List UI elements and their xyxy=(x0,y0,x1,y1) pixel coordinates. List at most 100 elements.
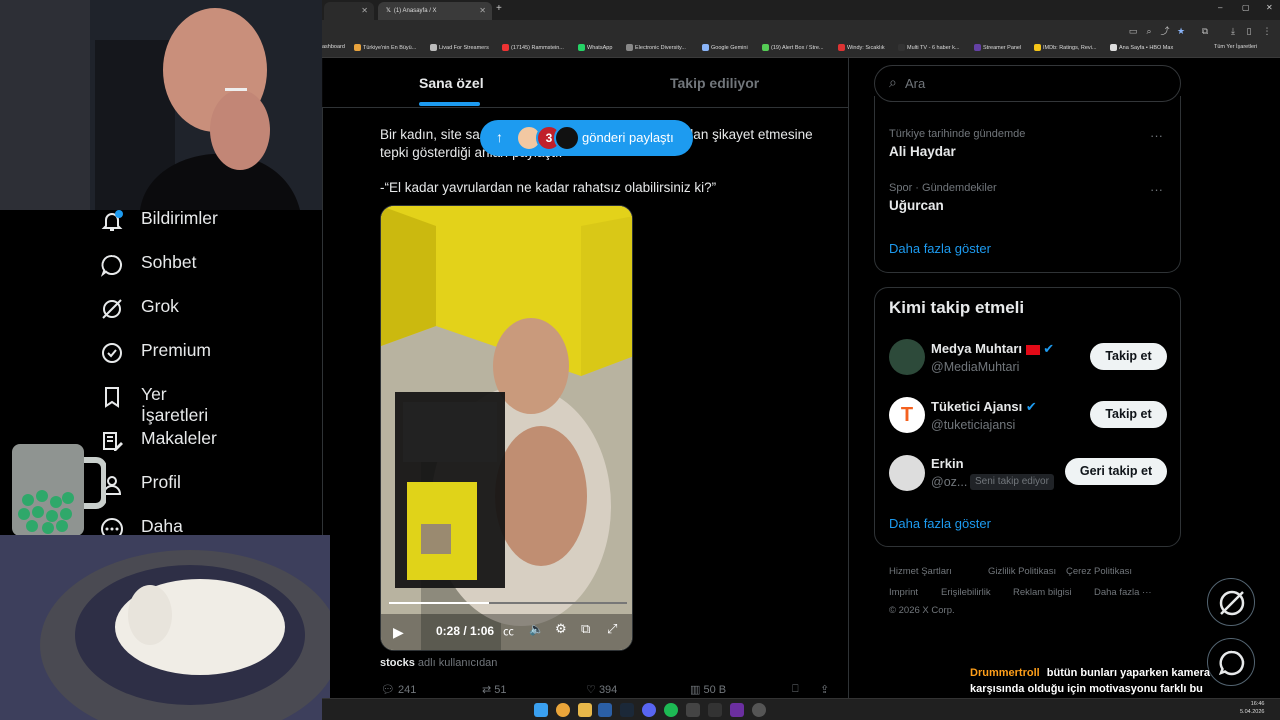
steam-icon[interactable] xyxy=(620,703,634,717)
app-icon[interactable] xyxy=(752,703,766,717)
bookmark-item[interactable]: IMDb: Ratings, Revi... xyxy=(1034,44,1097,51)
user-name[interactable]: Medya Muhtarı ✔ xyxy=(931,341,1054,357)
reply-icon: 💬︎ xyxy=(381,684,395,696)
bookmark-item[interactable]: Google Gemini xyxy=(702,44,748,51)
start-button[interactable] xyxy=(534,703,548,717)
bookmark-item[interactable]: Ana Sayfa • HBO Max xyxy=(1110,44,1173,51)
who-to-follow-title: Kimi takip etmeli xyxy=(889,298,1025,317)
follow-button[interactable]: Takip et xyxy=(1090,343,1167,370)
user-handle: @oz... xyxy=(931,475,968,489)
footer-link[interactable]: Erişilebilirlik xyxy=(941,587,991,598)
chat-username: Drummertroll xyxy=(970,667,1040,679)
search-input[interactable]: Ara xyxy=(905,76,925,91)
tab-for-you[interactable]: Sana özel xyxy=(419,75,484,91)
user-name[interactable]: Tüketici Ajansı ✔ xyxy=(931,399,1037,415)
bookmark-item[interactable]: ashboard xyxy=(322,44,345,50)
new-posts-toast[interactable]: ↑ 3 gönderi paylaştı xyxy=(480,120,693,156)
bookmark-item[interactable]: (17145) Rammstein... xyxy=(502,44,564,51)
user-name[interactable]: Erkin xyxy=(931,456,964,471)
grok-icon xyxy=(1219,590,1245,616)
grok-button[interactable] xyxy=(1207,578,1255,626)
bookmark-item[interactable]: Türkiye'nin En Büyü... xyxy=(354,44,416,51)
views-chart-icon: ▥ xyxy=(690,684,701,696)
search-icon: ⌕ xyxy=(889,74,897,90)
show-more-trends[interactable]: Daha fazla göster xyxy=(889,241,991,256)
bookmark-item[interactable]: Windy: Sıcaklık xyxy=(838,44,885,51)
tab-title: (1) Anasayfa / X xyxy=(393,8,437,14)
system-clock[interactable]: 16:46 5.04.2026 xyxy=(1240,700,1264,716)
user-handle: @tuketiciajansi xyxy=(931,418,1016,432)
chrome-icon[interactable] xyxy=(556,703,570,717)
file-explorer-icon[interactable] xyxy=(578,703,592,717)
follow-button[interactable]: Takip et xyxy=(1090,401,1167,428)
trend-item[interactable]: Türkiye tarihinde gündemde Ali Haydar xyxy=(889,128,1025,159)
footer-link[interactable]: Daha fazla ··· xyxy=(1094,587,1152,598)
like-button[interactable]: ♡ 394 xyxy=(586,683,617,696)
cast-icon[interactable]: ▭ xyxy=(1126,24,1140,38)
source-suffix: adlı kullanıcıdan xyxy=(417,657,498,669)
app-icon[interactable] xyxy=(708,703,722,717)
discord-icon[interactable] xyxy=(642,703,656,717)
more-options-icon[interactable]: ··· xyxy=(1150,182,1163,197)
tweet-video[interactable]: ▶ 0:28 / 1:06 ㏄ 🔈 ⚙ ⧉ ⤢ xyxy=(380,205,633,651)
fullscreen-icon[interactable]: ⤢ xyxy=(607,621,617,637)
settings-gear-icon[interactable]: ⚙ xyxy=(555,621,567,637)
download-icon[interactable]: ⤓ xyxy=(1226,24,1240,38)
zoom-icon[interactable]: ⌕ xyxy=(1142,24,1156,38)
footer-link[interactable]: Imprint xyxy=(889,587,918,598)
footer-link[interactable]: Hizmet Şartları xyxy=(889,566,952,577)
minimize-button[interactable]: – xyxy=(1218,3,1222,12)
bookmark-button[interactable]: ⎕ xyxy=(792,683,799,696)
avatar[interactable] xyxy=(889,339,925,375)
bookmark-item[interactable]: Streamer Panel xyxy=(974,44,1021,51)
extensions-icon[interactable]: ⧉ xyxy=(1198,24,1212,38)
side-panel-icon[interactable]: ▯ xyxy=(1242,24,1256,38)
avatar[interactable]: T xyxy=(889,397,925,433)
active-tab-indicator xyxy=(419,102,480,106)
app-icon[interactable] xyxy=(686,703,700,717)
bookmark-star-icon[interactable]: ★ xyxy=(1174,24,1188,38)
more-options-icon[interactable]: ··· xyxy=(1150,128,1163,143)
reply-button[interactable]: 💬︎ 241 xyxy=(381,683,416,696)
browser-tab-active[interactable]: 𝕏 (1) Anasayfa / X ✕ xyxy=(378,2,492,20)
follow-back-button[interactable]: Geri takip et xyxy=(1065,458,1167,485)
bookmark-item[interactable]: Livad For Streamers xyxy=(430,44,489,51)
bookmark-icon: ⎕ xyxy=(792,683,799,695)
bookmark-item[interactable]: WhatsApp xyxy=(578,44,612,51)
video-timestamp: 0:28 / 1:06 xyxy=(436,624,495,638)
browser-tab-inactive[interactable]: ✕ xyxy=(324,2,374,20)
footer-link[interactable]: Gizlilik Politikası xyxy=(988,566,1056,577)
spotify-icon[interactable] xyxy=(664,703,678,717)
menu-kebab-icon[interactable]: ⋮ xyxy=(1260,24,1274,38)
picture-in-picture-icon[interactable]: ⧉ xyxy=(581,621,590,637)
app-icon[interactable] xyxy=(598,703,612,717)
repost-button[interactable]: ⇄ 51 xyxy=(482,683,507,696)
share-icon[interactable]: ⤴ xyxy=(1158,24,1172,38)
close-window-button[interactable]: ✕ xyxy=(1266,3,1273,12)
show-more-users[interactable]: Daha fazla göster xyxy=(889,516,991,531)
close-tab-icon[interactable]: ✕ xyxy=(361,6,368,15)
app-icon[interactable] xyxy=(730,703,744,717)
arrow-up-icon: ↑ xyxy=(496,129,503,145)
all-bookmarks-folder[interactable]: Tüm Yer İşaretleri xyxy=(1214,44,1257,50)
new-tab-button[interactable]: + xyxy=(496,3,502,14)
bookmark-item[interactable]: Multi TV - 6 haber k... xyxy=(898,44,959,51)
volume-icon[interactable]: 🔈 xyxy=(529,622,544,636)
avatar[interactable] xyxy=(889,455,925,491)
video-source[interactable]: stocks adlı kullanıcıdan xyxy=(380,657,497,669)
footer-link[interactable]: Reklam bilgisi xyxy=(1013,587,1072,598)
tab-following[interactable]: Takip ediliyor xyxy=(670,75,759,91)
play-icon[interactable]: ▶ xyxy=(393,624,404,641)
verified-badge-icon: ✔ xyxy=(1025,399,1037,414)
trend-item[interactable]: Spor · Gündemdekiler Uğurcan xyxy=(889,182,997,213)
views-button[interactable]: ▥ 50 B xyxy=(690,683,726,696)
bookmark-item[interactable]: (19) Alert Box / Stre... xyxy=(762,44,824,51)
heart-icon: ♡ xyxy=(586,684,596,696)
source-handle[interactable]: stocks xyxy=(380,657,415,669)
share-button[interactable]: ⇪ xyxy=(820,683,829,696)
captions-icon[interactable]: ㏄ xyxy=(503,623,514,639)
footer-link[interactable]: Çerez Politikası xyxy=(1066,566,1132,577)
bookmark-item[interactable]: Electronic Diversity... xyxy=(626,44,686,51)
close-tab-icon[interactable]: ✕ xyxy=(479,6,486,15)
maximize-button[interactable]: ▢ xyxy=(1242,3,1250,12)
